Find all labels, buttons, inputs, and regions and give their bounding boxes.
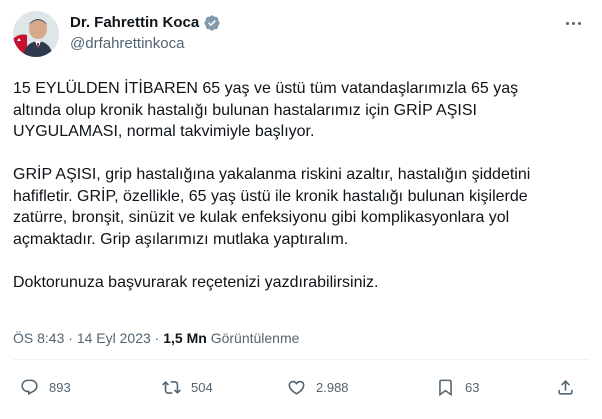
divider <box>13 359 589 360</box>
retweet-count: 504 <box>191 379 213 395</box>
bookmark-icon <box>439 379 452 397</box>
reply-count: 893 <box>49 379 71 395</box>
meta-separator: · <box>68 330 73 346</box>
tweet-paragraph: Doktorunuza başvurarak reçetenizi yazdır… <box>13 273 379 291</box>
like-count: 2.988 <box>316 379 349 395</box>
meta-separator: · <box>154 330 160 346</box>
tweet-card: Dr. Fahrettin Koca @drfahrettinkoca 15 E… <box>0 0 602 419</box>
retweet-icon <box>162 381 181 394</box>
reply-button[interactable]: 893 <box>20 378 71 397</box>
bookmark-count: 63 <box>465 379 480 395</box>
verified-badge-icon <box>204 15 220 31</box>
share-button[interactable] <box>556 378 585 397</box>
avatar[interactable] <box>13 11 59 57</box>
author-name-row[interactable]: Dr. Fahrettin Koca <box>70 14 221 32</box>
avatar-image <box>13 11 59 57</box>
bookmark-button[interactable]: 63 <box>436 378 479 397</box>
author-handle[interactable]: @drfahrettinkoca <box>70 35 184 53</box>
view-count: 1,5 Mn <box>163 330 207 346</box>
tweet-paragraph: 15 EYLÜLDEN İTİBAREN 65 yaş ve üstü tüm … <box>13 80 519 140</box>
like-button[interactable]: 2.988 <box>287 378 349 397</box>
tweet-date[interactable]: 14 Eyl 2023 <box>77 330 151 346</box>
share-icon <box>558 380 573 395</box>
action-bar: 893 504 2.988 63 <box>0 372 602 402</box>
like-icon <box>288 380 305 395</box>
retweet-button[interactable]: 504 <box>162 378 213 397</box>
tweet-paragraph: GRİP AŞISI, grip hastalığına yakalanma r… <box>13 166 531 248</box>
view-label: Görüntülenme <box>210 330 300 346</box>
reply-icon <box>21 379 38 396</box>
tweet-meta: ÖS 8:43 · 14 Eyl 2023 · 1,5 Mn Görüntüle… <box>13 330 299 347</box>
tweet-time[interactable]: ÖS 8:43 <box>13 330 64 346</box>
tweet-text: 15 EYLÜLDEN İTİBAREN 65 yaş ve üstü tüm … <box>13 78 588 315</box>
author-name[interactable]: Dr. Fahrettin Koca <box>70 14 199 32</box>
more-icon[interactable] <box>562 14 584 32</box>
